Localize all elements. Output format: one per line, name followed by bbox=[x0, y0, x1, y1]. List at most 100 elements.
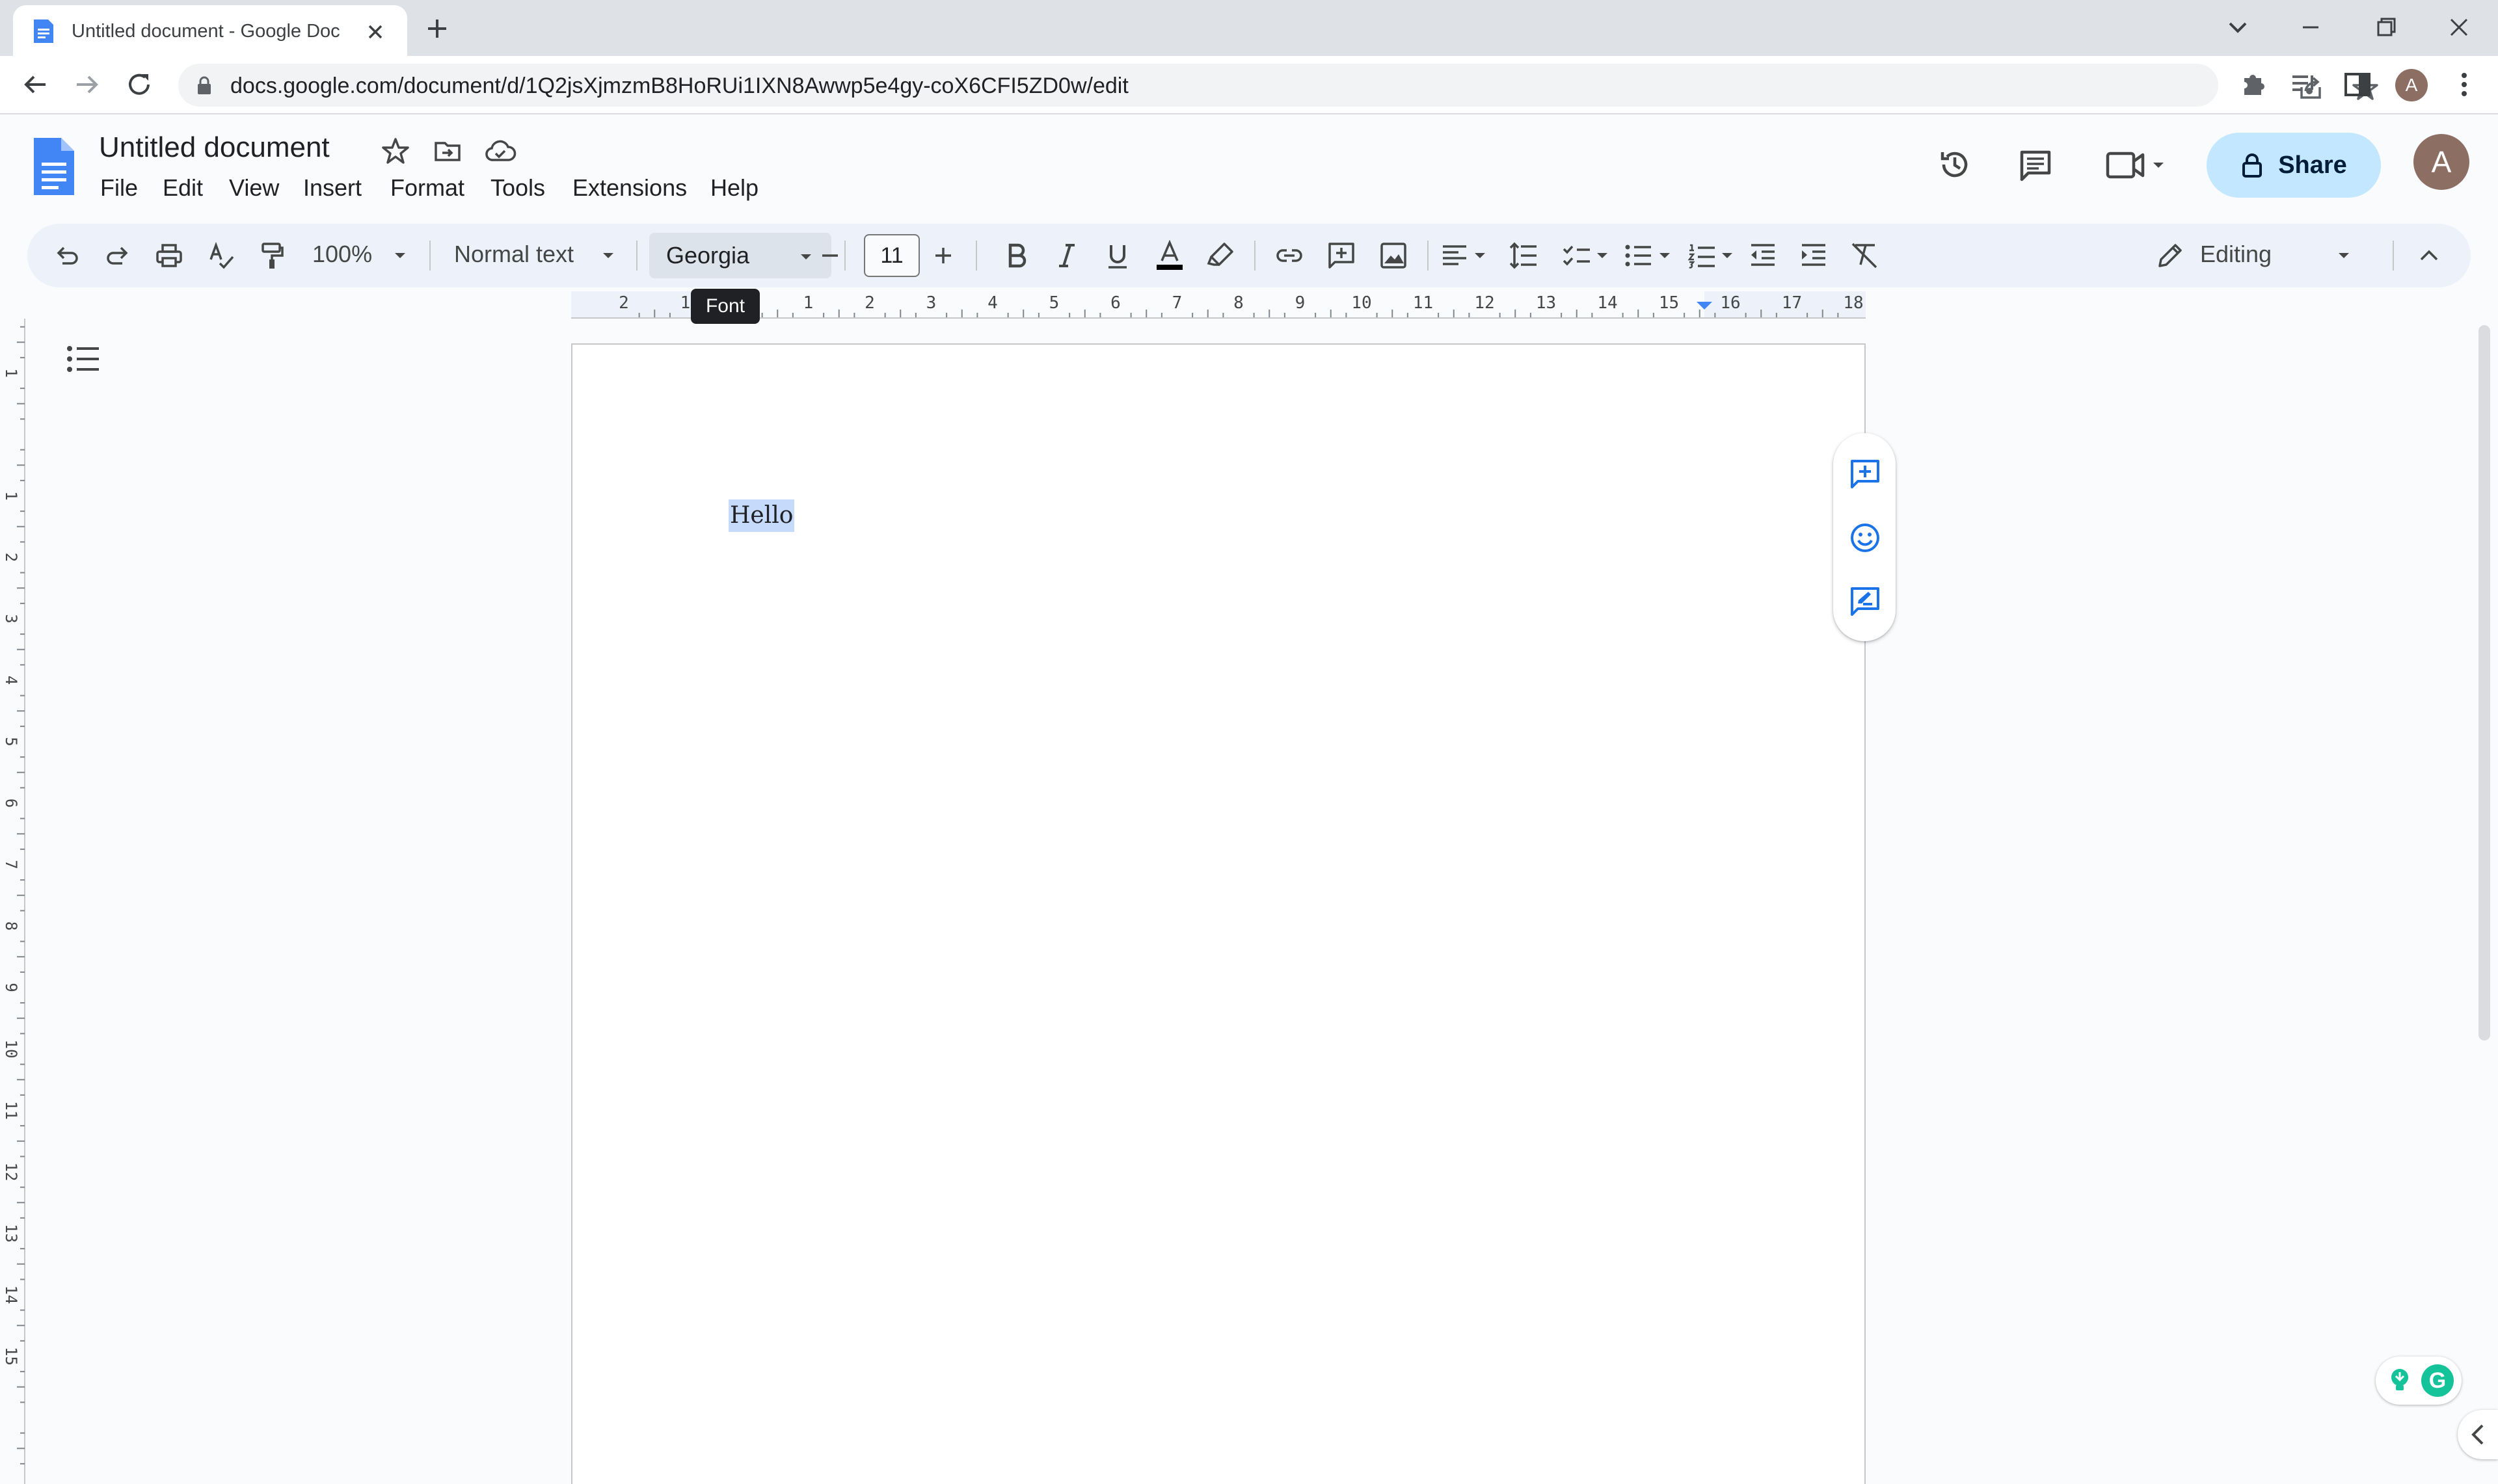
side-panel-icon[interactable] bbox=[2342, 69, 2373, 100]
font-select[interactable]: Georgia bbox=[649, 233, 831, 278]
increase-font-size-icon[interactable] bbox=[928, 240, 959, 271]
redo-icon[interactable] bbox=[103, 240, 134, 271]
minimize-icon[interactable] bbox=[2296, 13, 2325, 42]
share-button[interactable]: Share bbox=[2207, 133, 2381, 198]
browser-tab[interactable]: Untitled document - Google Doc bbox=[13, 5, 407, 56]
comments-icon[interactable] bbox=[2017, 147, 2054, 185]
close-window-icon[interactable] bbox=[2445, 13, 2473, 42]
menu-tools[interactable]: Tools bbox=[487, 174, 549, 203]
menu-extensions[interactable]: Extensions bbox=[569, 174, 691, 203]
ruler-label: 5 bbox=[2, 737, 20, 746]
document-outline-icon[interactable] bbox=[66, 345, 100, 373]
docs-logo-icon[interactable] bbox=[31, 135, 77, 198]
add-comment-icon[interactable] bbox=[1326, 240, 1357, 271]
line-spacing-icon[interactable] bbox=[1508, 240, 1539, 271]
numbered-list-icon[interactable] bbox=[1686, 240, 1717, 271]
highlight-color-icon[interactable] bbox=[1205, 240, 1236, 271]
menu-format[interactable]: Format bbox=[386, 174, 468, 203]
print-icon[interactable] bbox=[154, 240, 185, 271]
document-page[interactable]: Hello bbox=[571, 343, 1866, 1484]
ruler-label: 16 bbox=[1720, 293, 1740, 313]
hide-menus-chevron-icon[interactable] bbox=[2413, 240, 2445, 271]
document-body-text[interactable]: Hello bbox=[729, 499, 795, 532]
url-text[interactable]: docs.google.com/document/d/1Q2jsXjmzmB8H… bbox=[230, 73, 1129, 98]
ruler-label: 2 bbox=[2, 553, 20, 562]
lightbulb-icon[interactable] bbox=[2385, 1366, 2415, 1396]
menu-insert[interactable]: Insert bbox=[299, 174, 366, 203]
grammarly-g-icon[interactable]: G bbox=[2421, 1364, 2454, 1397]
tab-search-chevron-icon[interactable] bbox=[2223, 13, 2252, 42]
menu-help[interactable]: Help bbox=[706, 174, 762, 203]
horizontal-ruler[interactable]: 2 1 1 2 3 4 5 6 7 8 9 10 11 12 13 14 15 16 17 18 bbox=[0, 289, 2498, 319]
checklist-caret-icon[interactable] bbox=[1595, 248, 1609, 263]
suggest-edits-icon[interactable] bbox=[1849, 585, 1881, 618]
document-title[interactable]: Untitled document bbox=[99, 131, 330, 166]
numbered-caret-icon[interactable] bbox=[1720, 248, 1734, 263]
move-folder-icon[interactable] bbox=[432, 135, 463, 166]
floating-side-actions bbox=[1833, 433, 1896, 641]
site-lock-icon[interactable] bbox=[194, 75, 215, 96]
bulleted-list-icon[interactable] bbox=[1622, 240, 1654, 271]
align-caret-icon[interactable] bbox=[1473, 248, 1487, 263]
browser-profile-avatar[interactable]: A bbox=[2395, 69, 2428, 101]
restore-icon[interactable] bbox=[2372, 13, 2400, 42]
menu-file[interactable]: File bbox=[96, 174, 142, 203]
zoom-caret-icon[interactable] bbox=[393, 248, 407, 263]
vertical-ruler[interactable]: 21123456789101112131415 bbox=[0, 319, 26, 1484]
font-size-input[interactable]: 11 bbox=[864, 234, 920, 277]
media-queue-icon[interactable] bbox=[2289, 69, 2320, 100]
align-left-icon[interactable] bbox=[1439, 240, 1470, 271]
pencil-icon[interactable] bbox=[2155, 240, 2186, 271]
ruler-label: 9 bbox=[1295, 293, 1306, 313]
paragraph-style-select[interactable]: Normal text bbox=[454, 241, 574, 271]
font-tooltip: Font bbox=[691, 289, 760, 324]
ruler-label: 5 bbox=[1049, 293, 1060, 313]
increase-indent-icon[interactable] bbox=[1798, 240, 1829, 271]
spellcheck-icon[interactable] bbox=[206, 240, 237, 271]
mode-caret-icon[interactable] bbox=[2337, 248, 2351, 263]
docs-favicon-icon bbox=[31, 18, 56, 44]
menu-view[interactable]: View bbox=[225, 174, 283, 203]
star-icon[interactable] bbox=[380, 135, 411, 166]
clear-formatting-icon[interactable] bbox=[1849, 240, 1880, 271]
meet-video-icon[interactable] bbox=[2102, 146, 2168, 185]
vertical-scrollbar[interactable] bbox=[2478, 325, 2490, 1040]
decrease-indent-icon[interactable] bbox=[1747, 240, 1779, 271]
ruler-label: 17 bbox=[1782, 293, 1802, 313]
omnibox[interactable]: docs.google.com/document/d/1Q2jsXjmzmB8H… bbox=[178, 64, 2378, 107]
show-side-panel-chevron-icon[interactable] bbox=[2458, 1410, 2498, 1459]
add-comment-icon[interactable] bbox=[1849, 458, 1881, 490]
back-arrow-icon[interactable] bbox=[20, 69, 51, 100]
toolbar-divider bbox=[1427, 241, 1429, 271]
menu-edit[interactable]: Edit bbox=[159, 174, 207, 203]
decrease-font-size-icon[interactable] bbox=[814, 240, 846, 271]
bullet-caret-icon[interactable] bbox=[1658, 248, 1672, 263]
ruler-label: 18 bbox=[1843, 293, 1863, 313]
text-color-icon[interactable] bbox=[1154, 240, 1185, 271]
bold-icon[interactable] bbox=[1001, 240, 1032, 271]
insert-image-icon[interactable] bbox=[1378, 240, 1409, 271]
cloud-saved-icon[interactable] bbox=[484, 135, 517, 166]
italic-icon[interactable] bbox=[1051, 240, 1082, 271]
toolbar-divider bbox=[429, 241, 431, 271]
ruler-label: 14 bbox=[1597, 293, 1617, 313]
close-tab-icon[interactable] bbox=[363, 20, 388, 44]
checklist-icon[interactable] bbox=[1561, 240, 1592, 271]
browser-menu-icon[interactable] bbox=[2449, 69, 2480, 100]
add-emoji-reaction-icon[interactable] bbox=[1849, 522, 1881, 554]
insert-link-icon[interactable] bbox=[1274, 240, 1305, 271]
paint-format-icon[interactable] bbox=[256, 240, 288, 271]
reload-icon[interactable] bbox=[124, 69, 155, 100]
new-tab-icon[interactable] bbox=[423, 14, 451, 43]
forward-arrow-icon[interactable] bbox=[72, 69, 103, 100]
ruler-label: 8 bbox=[2, 921, 20, 931]
underline-icon[interactable] bbox=[1102, 240, 1133, 271]
style-caret-icon[interactable] bbox=[601, 248, 615, 263]
account-avatar[interactable]: A bbox=[2413, 134, 2469, 190]
undo-icon[interactable] bbox=[51, 240, 82, 271]
zoom-select[interactable]: 100% bbox=[312, 241, 372, 271]
version-history-icon[interactable] bbox=[1936, 146, 1974, 183]
editing-mode-select[interactable]: Editing bbox=[2200, 241, 2272, 271]
extensions-puzzle-icon[interactable] bbox=[2238, 69, 2269, 100]
grammarly-widget[interactable]: G bbox=[2376, 1357, 2462, 1405]
